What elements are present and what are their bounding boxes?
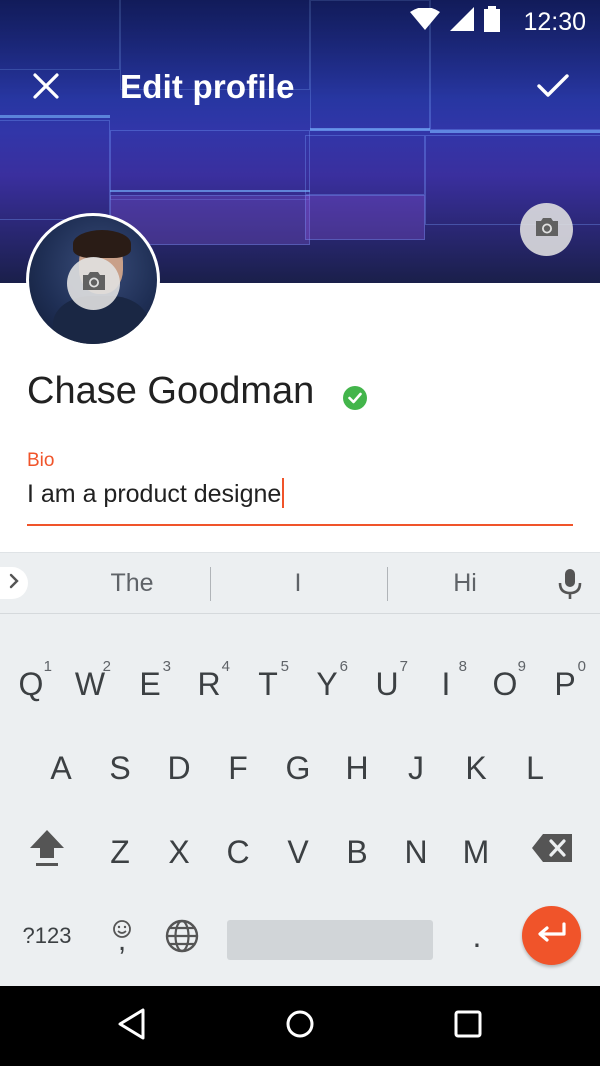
camera-icon (535, 217, 559, 242)
enter-key[interactable] (522, 906, 581, 965)
key-h[interactable]: H (332, 738, 382, 798)
backspace-key[interactable] (527, 822, 577, 882)
key-k[interactable]: K (451, 738, 501, 798)
status-bar: 12:30 (0, 0, 600, 48)
key-g[interactable]: G (273, 738, 323, 798)
bio-input[interactable]: I am a product designe (27, 478, 573, 526)
wifi-icon (410, 6, 440, 35)
key-q[interactable]: Q1 (6, 654, 56, 714)
suggestion-item[interactable]: The (92, 569, 172, 598)
key-o[interactable]: O9 (480, 654, 530, 714)
expand-suggestions-button[interactable] (0, 567, 28, 599)
keyboard: Q1 W2 E3 R4 T5 Y6 U7 I8 O9 P0 A S D F G … (0, 613, 600, 987)
shift-icon (28, 828, 66, 876)
change-avatar-button[interactable] (67, 257, 120, 310)
key-l[interactable]: L (510, 738, 560, 798)
chevron-right-icon (8, 573, 20, 594)
profile-name: Chase Goodman (27, 370, 315, 412)
suggestion-item[interactable]: I (258, 569, 338, 598)
space-key[interactable] (227, 920, 433, 960)
close-button[interactable] (22, 66, 70, 110)
bio-label: Bio (27, 450, 55, 471)
key-i[interactable]: I8 (421, 654, 471, 714)
enter-icon (536, 922, 568, 949)
recents-icon (454, 1010, 482, 1043)
status-time: 12:30 (523, 8, 586, 36)
key-r[interactable]: R4 (184, 654, 234, 714)
back-icon (115, 1007, 149, 1046)
back-button[interactable] (112, 1006, 152, 1046)
save-button[interactable] (528, 66, 578, 110)
mic-button[interactable] (556, 567, 584, 601)
symbols-key[interactable]: ?123 (14, 906, 80, 966)
page-title: Edit profile (120, 68, 295, 105)
suggestion-strip: The I Hi (0, 552, 600, 614)
shift-key[interactable] (22, 822, 72, 882)
key-x[interactable]: X (154, 822, 204, 882)
key-u[interactable]: U7 (362, 654, 412, 714)
key-j[interactable]: J (391, 738, 441, 798)
close-icon (33, 72, 59, 104)
key-p[interactable]: P0 (540, 654, 590, 714)
key-f[interactable]: F (213, 738, 263, 798)
key-n[interactable]: N (391, 822, 441, 882)
suggestion-item[interactable]: Hi (425, 569, 505, 598)
text-caret (282, 478, 285, 508)
battery-icon (484, 5, 500, 37)
key-e[interactable]: E3 (125, 654, 175, 714)
signal-icon (450, 6, 474, 36)
backspace-icon (531, 833, 573, 871)
mic-icon (556, 569, 584, 605)
app-toolbar: Edit profile (0, 48, 600, 128)
globe-icon (165, 919, 199, 961)
key-a[interactable]: A (36, 738, 86, 798)
language-key[interactable] (157, 910, 207, 970)
check-icon (537, 73, 569, 104)
verified-icon (343, 386, 367, 410)
key-s[interactable]: S (95, 738, 145, 798)
key-d[interactable]: D (154, 738, 204, 798)
key-v[interactable]: V (273, 822, 323, 882)
key-w[interactable]: W2 (65, 654, 115, 714)
recents-button[interactable] (448, 1006, 488, 1046)
key-c[interactable]: C (213, 822, 263, 882)
bio-value: I am a product designe (27, 480, 282, 508)
home-button[interactable] (280, 1006, 320, 1046)
key-z[interactable]: Z (95, 822, 145, 882)
comma-key[interactable]: , (97, 906, 147, 966)
change-cover-button[interactable] (520, 203, 573, 256)
home-icon (285, 1009, 315, 1044)
system-nav-bar (0, 986, 600, 1066)
key-t[interactable]: T5 (243, 654, 293, 714)
status-icons (410, 5, 500, 37)
period-key[interactable]: . (452, 906, 502, 966)
key-m[interactable]: M (451, 822, 501, 882)
key-y[interactable]: Y6 (302, 654, 352, 714)
camera-icon (82, 271, 106, 296)
key-b[interactable]: B (332, 822, 382, 882)
